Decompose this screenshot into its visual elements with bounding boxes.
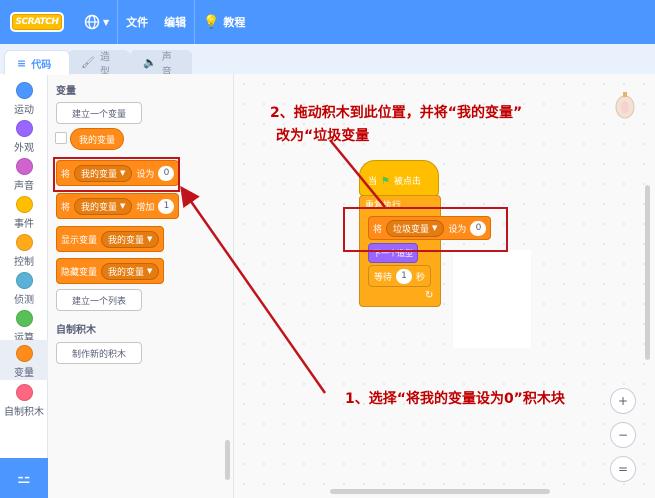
menu-bar: SCRATCH ▼ 文件 编辑 💡 教程 <box>0 0 655 44</box>
tutorials-label: 教程 <box>223 16 246 29</box>
tab-code-label: 代码 <box>31 59 52 71</box>
make-block-button[interactable]: 制作新的积木 <box>56 342 142 364</box>
tab-costumes[interactable]: 🖌 造型 <box>68 50 130 78</box>
add-extension-button[interactable]: ⚍ <box>0 458 48 498</box>
workspace-vertical-scrollbar[interactable] <box>645 185 650 360</box>
value-input[interactable]: 1 <box>158 198 175 214</box>
category-dot <box>15 272 33 289</box>
lightbulb-icon: 💡 <box>203 14 220 30</box>
category-dot <box>15 158 33 175</box>
code-icon: ≡ <box>17 56 27 70</box>
green-flag-icon: ⚑ <box>381 176 390 187</box>
annotation-box-target <box>343 207 508 252</box>
value-input[interactable]: 1 <box>396 268 413 284</box>
zoom-out-icon: − <box>617 428 629 442</box>
make-list-button[interactable]: 建立一个列表 <box>56 289 142 311</box>
my-blocks-heading: 自制积木 <box>56 325 96 336</box>
category-looks[interactable]: 外观 <box>0 116 48 154</box>
category-sidebar: 运动 外观 声音 事件 控制 侦测 运算 变量 自制积木 ⚍ <box>0 74 48 498</box>
edit-menu[interactable]: 编辑 <box>156 0 194 44</box>
category-sound[interactable]: 声音 <box>0 154 48 192</box>
annotation-step2-line2: 改为“垃圾变量 <box>276 128 370 144</box>
variable-dropdown[interactable]: 我的变量 ▼ <box>101 262 160 280</box>
zoom-reset-icon: = <box>617 462 629 476</box>
variable-dropdown[interactable]: 我的变量 ▼ <box>74 197 133 215</box>
category-dot <box>15 196 33 213</box>
category-motion[interactable]: 运动 <box>0 78 48 116</box>
palette-scrollbar[interactable] <box>225 440 230 480</box>
chevron-down-icon: ▼ <box>147 267 153 275</box>
zoom-in-button[interactable]: + <box>610 388 636 414</box>
globe-icon <box>84 14 100 30</box>
zoom-in-icon: + <box>617 394 629 408</box>
hide-variable-block[interactable]: 隐藏变量 我的变量 ▼ <box>56 258 165 284</box>
extension-icon: ⚍ <box>17 469 31 487</box>
chevron-down-icon: ▼ <box>147 235 153 243</box>
annotation-step2-line1: 2、拖动积木到此位置，并将“我的变量” <box>270 105 523 121</box>
category-sensing[interactable]: 侦测 <box>0 268 48 306</box>
scratch-logo[interactable]: SCRATCH <box>10 12 64 32</box>
workspace-blank-area <box>453 250 531 348</box>
category-dot <box>15 345 33 362</box>
file-menu[interactable]: 文件 <box>118 0 156 44</box>
wait-block[interactable]: 等待 1 秒 <box>368 265 432 287</box>
show-variable-block[interactable]: 显示变量 我的变量 ▼ <box>56 226 165 252</box>
tab-sounds-label: 声音 <box>161 51 172 78</box>
category-dot <box>15 120 33 137</box>
category-events[interactable]: 事件 <box>0 192 48 230</box>
category-variables[interactable]: 变量 <box>0 340 48 380</box>
when-flag-clicked-block[interactable]: 当 ⚑ 被点击 <box>359 160 439 196</box>
tab-code[interactable]: ≡ 代码 <box>4 50 70 75</box>
variables-heading: 变量 <box>56 86 76 97</box>
category-dot <box>15 82 33 99</box>
category-operators[interactable]: 运算 <box>0 306 48 344</box>
tab-sounds[interactable]: 🔈 声音 <box>130 50 192 78</box>
speaker-icon: 🔈 <box>143 56 157 69</box>
editor-tabs: ≡ 代码 🖌 造型 🔈 声音 <box>0 44 655 78</box>
sprite-thumbnail-icon <box>615 92 635 119</box>
tab-costumes-label: 造型 <box>99 51 110 78</box>
variable-dropdown[interactable]: 我的变量 ▼ <box>101 230 160 248</box>
tutorials-menu[interactable]: 💡 教程 <box>195 0 253 44</box>
language-menu[interactable]: ▼ <box>76 0 119 44</box>
make-variable-button[interactable]: 建立一个变量 <box>56 102 142 124</box>
workspace-horizontal-scrollbar[interactable] <box>330 489 550 494</box>
category-dot <box>15 310 33 327</box>
category-control[interactable]: 控制 <box>0 230 48 268</box>
loop-arrow-icon: ↻ <box>425 290 434 301</box>
variable-checkbox[interactable] <box>55 132 67 144</box>
annotation-step1: 1、选择“将我的变量设为0”积木块 <box>345 391 565 407</box>
category-dot <box>15 384 33 401</box>
chevron-down-icon: ▼ <box>103 17 110 27</box>
annotation-box-source <box>53 157 180 192</box>
zoom-reset-button[interactable]: = <box>610 456 636 482</box>
category-my-blocks[interactable]: 自制积木 <box>0 380 48 418</box>
zoom-out-button[interactable]: − <box>610 422 636 448</box>
chevron-down-icon: ▼ <box>120 202 126 210</box>
change-variable-block[interactable]: 将 我的变量 ▼ 增加 1 <box>56 193 180 219</box>
my-variable-reporter[interactable]: 我的变量 <box>70 128 125 150</box>
category-dot <box>15 234 33 251</box>
brush-icon: 🖌 <box>81 56 95 69</box>
